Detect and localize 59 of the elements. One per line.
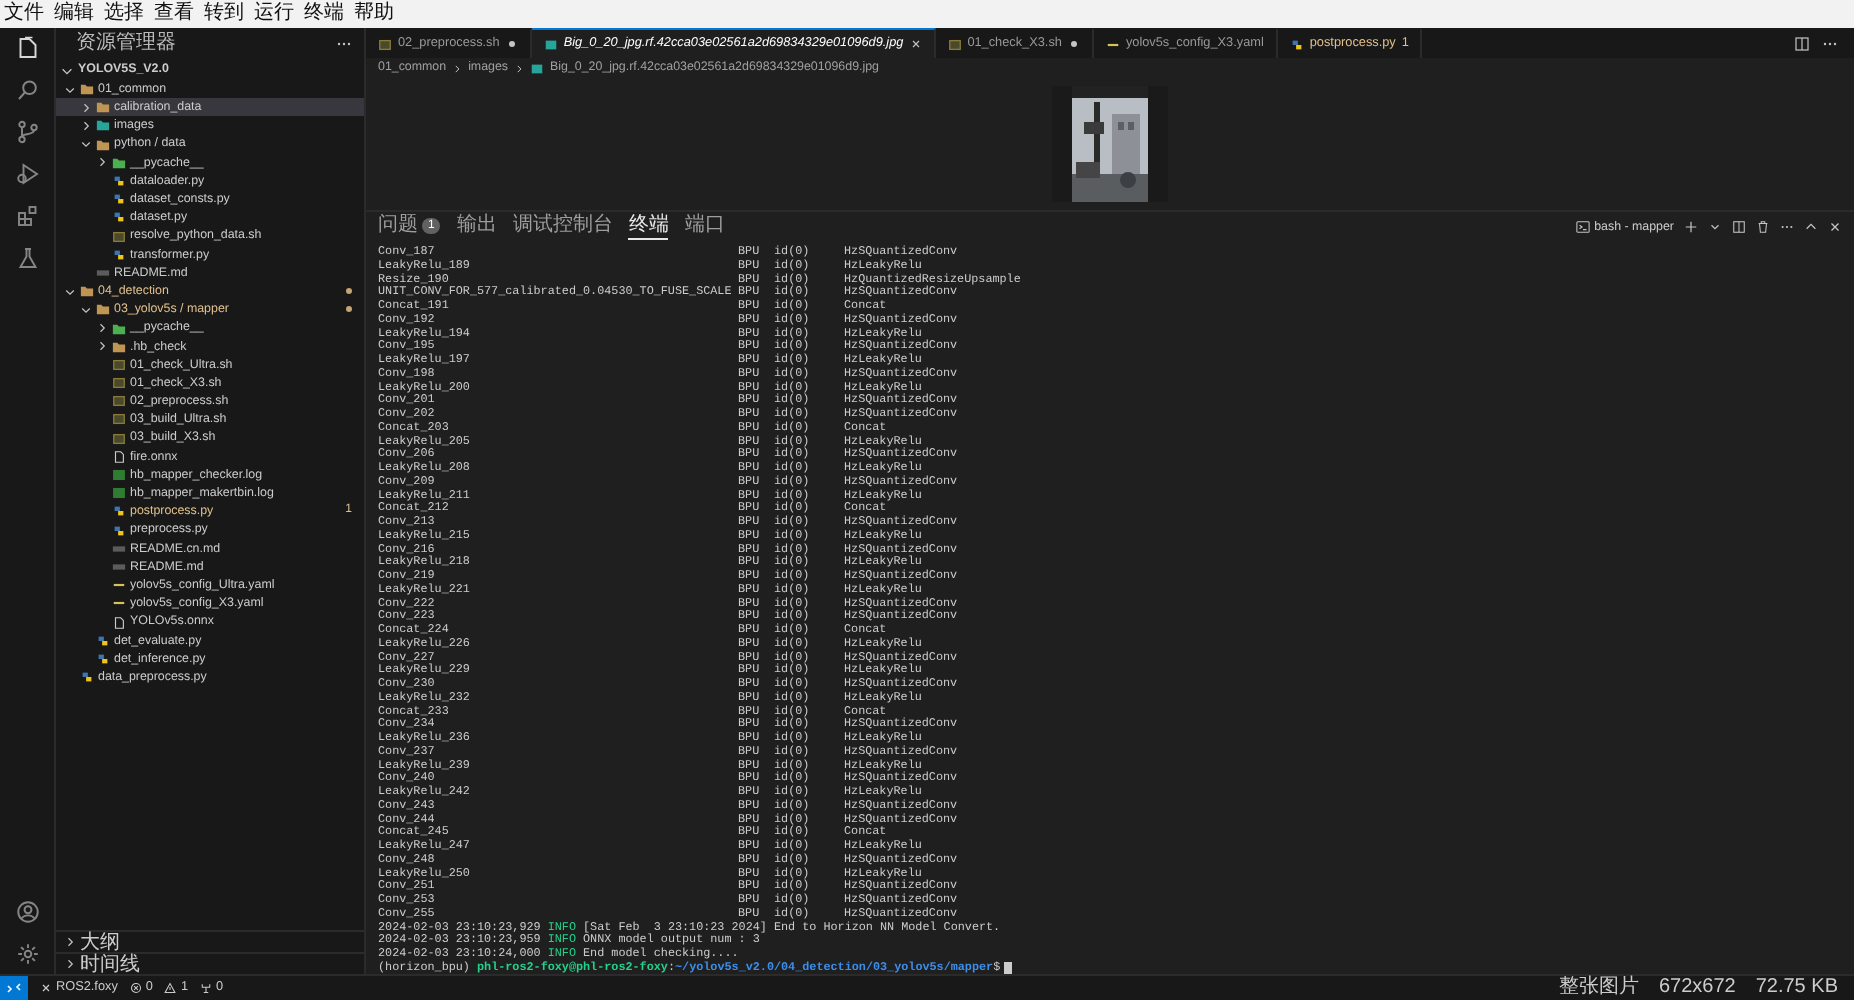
menu-item[interactable]: 查看 <box>154 0 194 28</box>
source-control-icon[interactable] <box>15 120 39 144</box>
panel-tab[interactable]: 输出 <box>456 214 497 240</box>
extensions-icon[interactable] <box>15 204 39 228</box>
warning-icon <box>164 982 177 994</box>
section-header[interactable]: 大纲 <box>80 931 120 953</box>
file-icon <box>112 504 126 519</box>
file-icon <box>112 192 126 207</box>
menu-item[interactable]: 帮助 <box>354 0 394 28</box>
settings-icon[interactable] <box>15 942 39 966</box>
file-icon <box>1289 37 1304 51</box>
file-icon <box>112 210 126 225</box>
file-icon <box>96 651 110 666</box>
chevron-icon <box>514 63 525 73</box>
menu-item[interactable]: 文件 <box>4 0 44 28</box>
new-terminal-icon[interactable] <box>1684 220 1698 234</box>
panel-tab[interactable]: 端口 <box>684 214 725 240</box>
status-item[interactable]: 672x672 <box>1658 976 1736 1000</box>
panel-tab[interactable]: 终端 <box>628 214 669 240</box>
file-icon <box>112 229 126 244</box>
panel-tab[interactable]: 调试控制台 <box>512 214 613 240</box>
split-terminal-icon[interactable] <box>1732 220 1746 234</box>
menu-item[interactable]: 编辑 <box>54 0 94 28</box>
status-item[interactable]: 72.75 KB <box>1755 976 1838 1000</box>
maximize-icon[interactable] <box>1804 220 1818 234</box>
split-editor-icon[interactable] <box>1794 35 1810 51</box>
sidebar-title: 资源管理器 <box>76 32 176 56</box>
run-debug-icon[interactable] <box>15 162 39 186</box>
file-icon <box>96 633 110 648</box>
explorer-icon[interactable] <box>15 36 39 60</box>
file-icon <box>112 247 126 262</box>
close-icon[interactable] <box>909 38 922 50</box>
flask-icon[interactable] <box>15 246 39 270</box>
caret-icon[interactable] <box>1708 220 1722 234</box>
trash-icon[interactable] <box>1756 220 1770 234</box>
unsaved-dot-icon <box>505 38 518 50</box>
close-icon[interactable] <box>1828 220 1842 234</box>
ports-icon <box>200 982 213 994</box>
menu-item[interactable]: 运行 <box>254 0 294 28</box>
search-icon[interactable] <box>15 78 39 102</box>
section-header[interactable]: 时间线 <box>80 953 140 975</box>
error-icon <box>129 982 142 994</box>
file-icon <box>80 670 94 685</box>
remote-button[interactable] <box>0 975 28 1000</box>
file-icon <box>112 523 126 538</box>
file-icon <box>378 37 392 51</box>
file-icon <box>947 37 962 51</box>
terminal-icon <box>1576 220 1591 234</box>
remote-icon <box>6 980 22 996</box>
status-item[interactable]: 整张图片 <box>1558 976 1639 1000</box>
file-icon <box>96 265 110 280</box>
menu-item[interactable]: 终端 <box>304 0 344 28</box>
close-icon <box>40 982 52 994</box>
chevron-icon <box>452 63 463 73</box>
menu-item[interactable]: 选择 <box>104 0 144 28</box>
menu-item[interactable]: 转到 <box>204 0 244 28</box>
unsaved-dot-icon <box>1067 38 1080 50</box>
file-icon <box>112 174 126 189</box>
account-icon[interactable] <box>15 900 39 924</box>
